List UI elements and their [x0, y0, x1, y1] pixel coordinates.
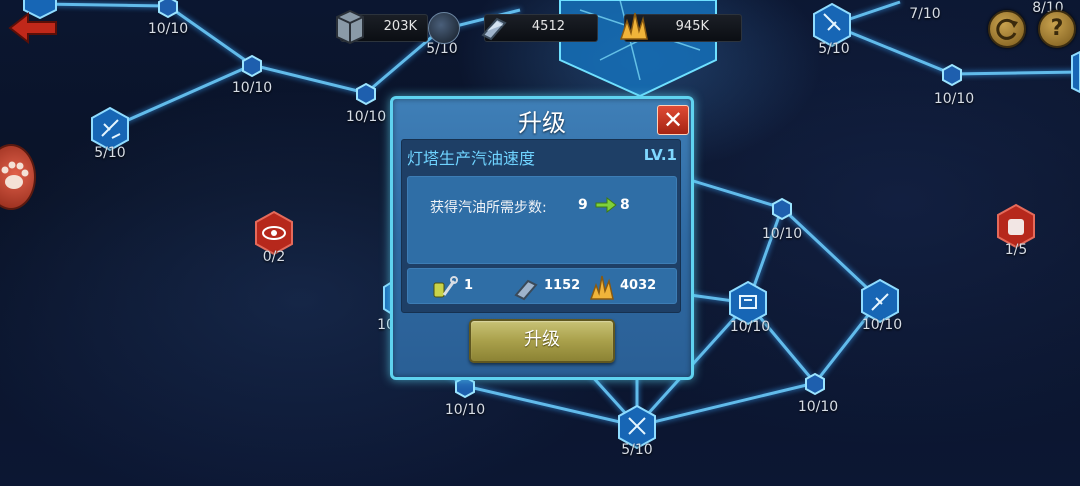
paw-side-button[interactable]	[0, 144, 36, 210]
dialog-title: 升级	[518, 109, 566, 137]
close-button[interactable]: ✕	[657, 105, 689, 135]
steel-amount: 4512	[531, 19, 565, 34]
crystal-amount: 945K	[675, 19, 709, 34]
skill-name: 灯塔生产汽油速度	[407, 149, 536, 168]
node-progress-label: 10/10	[797, 399, 839, 415]
arrow-right-icon	[595, 197, 617, 213]
back-arrow-icon	[8, 11, 57, 45]
skill-level: LV.1	[643, 146, 677, 164]
node-progress-label: 10/10	[147, 21, 189, 37]
cost-value: 4032	[620, 278, 657, 293]
resource-steel: 4512	[481, 14, 598, 42]
node-progress-label: 5/10	[94, 145, 126, 161]
steel-icon	[481, 17, 507, 41]
refresh-icon	[996, 18, 1018, 40]
effect-from-value: 9	[578, 197, 588, 213]
upgrade-dialog: 升级 ✕ 灯塔生产汽油速度 LV.1 获得汽油所需步数: 9 8 1 1152	[390, 96, 694, 380]
back-button[interactable]	[6, 8, 60, 48]
node-progress-label: 10/10	[345, 109, 387, 125]
node-progress-label: 10/10	[444, 402, 486, 418]
close-icon: ✕	[662, 106, 684, 134]
node-progress-label: 1/5	[1004, 242, 1028, 258]
steel-icon	[514, 279, 538, 301]
cost-item: 1	[430, 269, 490, 303]
question-icon: ?	[1050, 16, 1064, 41]
node-progress-label: 7/10	[909, 6, 941, 22]
refresh-button[interactable]	[988, 10, 1026, 48]
crystal-icon	[619, 12, 648, 40]
help-button[interactable]: ?	[1038, 10, 1076, 48]
resource-crate: 203K	[336, 9, 428, 45]
node-progress-label: 5/10	[621, 442, 653, 458]
node-progress-label: 10/10	[729, 319, 771, 335]
node-progress-label: 10/10	[933, 91, 975, 107]
crate-icon	[336, 9, 364, 45]
effect-to-value: 8	[620, 197, 630, 213]
planet-icon	[428, 12, 460, 44]
node-progress-label: 0/2	[262, 249, 286, 265]
crystal-icon	[589, 275, 614, 300]
effect-label: 获得汽油所需步数:	[430, 200, 547, 216]
effect-panel: 获得汽油所需步数: 9 8	[407, 176, 677, 264]
wrench-oil-icon	[433, 276, 458, 298]
paw-icon	[1, 161, 29, 189]
crate-amount: 203K	[383, 19, 417, 34]
upgrade-button[interactable]: 升级	[469, 319, 615, 363]
node-progress-label: 5/10	[818, 41, 850, 57]
node-progress-label: 10/10	[231, 80, 273, 96]
node-progress-label: 10/10	[861, 317, 903, 333]
node-progress-label: 10/10	[761, 226, 803, 242]
cost-item: 4032	[588, 269, 674, 303]
cost-value: 1152	[544, 278, 581, 293]
cost-panel: 1 1152 4032	[407, 268, 677, 304]
cost-value: 1	[464, 278, 474, 293]
resource-crystal: 945K	[619, 12, 742, 42]
cost-item: 1152	[512, 269, 592, 303]
